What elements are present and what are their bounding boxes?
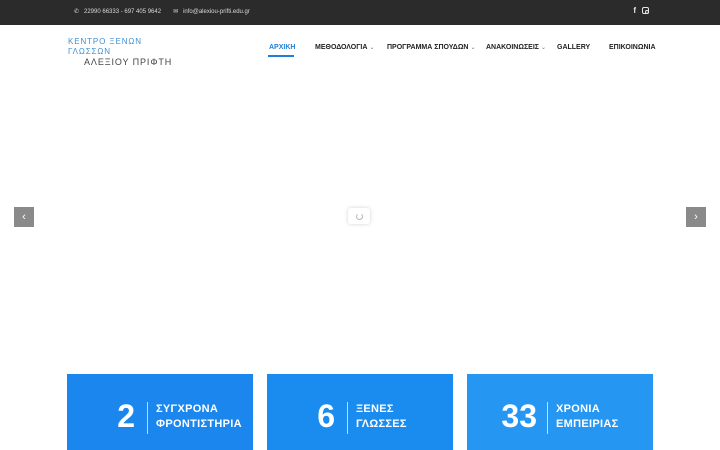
nav-item-curriculum[interactable]: ΠΡΟΓΡΑΜΜΑ ΣΠΟΥΔΩΝ ⌄ — [387, 44, 476, 51]
stat-label-line-2: ΓΛΩΣΣΕΣ — [356, 418, 407, 430]
envelope-icon: ✉ — [173, 9, 179, 15]
stat-label-line-2: ΕΜΠΕΙΡΙΑΣ — [556, 418, 619, 430]
nav-item-methodology[interactable]: ΜΕΘΟΔΟΛΟΓΙΑ ⌄ — [315, 44, 374, 51]
chevron-down-icon: ⌄ — [369, 45, 375, 51]
active-nav-indicator — [268, 55, 294, 57]
nav-item-gallery[interactable]: GALLERY — [557, 44, 590, 51]
email-link[interactable]: info@alexiou-prifti.edu.gr — [183, 9, 250, 15]
contact-info: ✆ 22990 66333 - 697 405 9642 ✉ info@alex… — [73, 8, 250, 16]
stat-number: 2 — [117, 398, 135, 434]
chevron-down-icon: ⌄ — [540, 45, 547, 51]
stat-number: 6 — [317, 398, 335, 434]
chevron-down-icon: ⌄ — [470, 45, 476, 51]
stat-divider — [147, 402, 148, 434]
nav-item-label: ΕΠΙΚΟΙΝΩΝΙΑ — [609, 44, 656, 51]
nav-item-label: ΠΡΟΓΡΑΜΜΑ ΣΠΟΥΔΩΝ — [387, 44, 469, 51]
stat-card-schools: 2 ΣΥΓΧΡΟΝΑ ΦΡΟΝΤΙΣΤΗΡΙΑ — [67, 374, 253, 450]
site-header: ΚΕΝΤΡΟ ΞΕΝΩΝ ΓΛΩΣΣΩΝ ΑΛΕΞΙΟΥ ΠΡΙΦΤΗ ΑΡΧΙ… — [0, 25, 720, 70]
slider-next-button[interactable]: › — [686, 207, 706, 227]
logo-line-2: ΑΛΕΞΙΟΥ ΠΡΙΦΤΗ — [84, 57, 173, 67]
social-links: f — [633, 6, 649, 15]
loading-spinner-icon — [348, 208, 370, 224]
slider-prev-button[interactable]: ‹ — [14, 207, 34, 227]
nav-item-label: ΑΡΧΙΚΗ — [269, 44, 296, 51]
stat-label-line-1: ΧΡΟΝΙΑ — [556, 403, 600, 415]
stat-divider — [347, 402, 348, 434]
phone-icon: ✆ — [73, 9, 80, 15]
nav-item-label: ΑΝΑΚΟΙΝΩΣΕΙΣ — [486, 44, 539, 51]
stat-label: ΞΕΝΕΣ ΓΛΩΣΣΕΣ — [356, 402, 407, 432]
nav-item-home[interactable]: ΑΡΧΙΚΗ — [269, 44, 295, 51]
stat-label: ΣΥΓΧΡΟΝΑ ΦΡΟΝΤΙΣΤΗΡΙΑ — [156, 402, 242, 432]
nav-item-announcements[interactable]: ΑΝΑΚΟΙΝΩΣΕΙΣ ⌄ — [486, 44, 546, 51]
stat-divider — [547, 402, 548, 434]
facebook-icon[interactable]: f — [633, 6, 636, 15]
top-bar: ✆ 22990 66333 - 697 405 9642 ✉ info@alex… — [0, 0, 720, 25]
logo-line-1: ΚΕΝΤΡΟ ΞΕΝΩΝ ΓΛΩΣΣΩΝ — [68, 37, 142, 56]
stat-number: 33 — [501, 398, 537, 434]
instagram-icon[interactable] — [642, 6, 649, 15]
stat-card-experience: 33 ΧΡΟΝΙΑ ΕΜΠΕΙΡΙΑΣ — [467, 374, 653, 450]
stat-card-languages: 6 ΞΕΝΕΣ ΓΛΩΣΣΕΣ — [267, 374, 453, 450]
nav-item-label: GALLERY — [557, 44, 591, 51]
nav-item-label: ΜΕΘΟΔΟΛΟΓΙΑ — [315, 44, 368, 51]
hero-slider: ‹ › — [0, 70, 720, 370]
phone-numbers[interactable]: 22990 66333 - 697 405 9642 — [84, 9, 161, 15]
nav-item-contact[interactable]: ΕΠΙΚΟΙΝΩΝΙΑ — [609, 44, 656, 51]
stat-label: ΧΡΟΝΙΑ ΕΜΠΕΙΡΙΑΣ — [556, 402, 618, 432]
stat-label-line-1: ΣΥΓΧΡΟΝΑ — [156, 403, 219, 415]
stat-label-line-1: ΞΕΝΕΣ — [356, 403, 394, 415]
stat-label-line-2: ΦΡΟΝΤΙΣΤΗΡΙΑ — [156, 418, 242, 430]
site-logo[interactable]: ΚΕΝΤΡΟ ΞΕΝΩΝ ΓΛΩΣΣΩΝ ΑΛΕΞΙΟΥ ΠΡΙΦΤΗ — [68, 37, 188, 68]
